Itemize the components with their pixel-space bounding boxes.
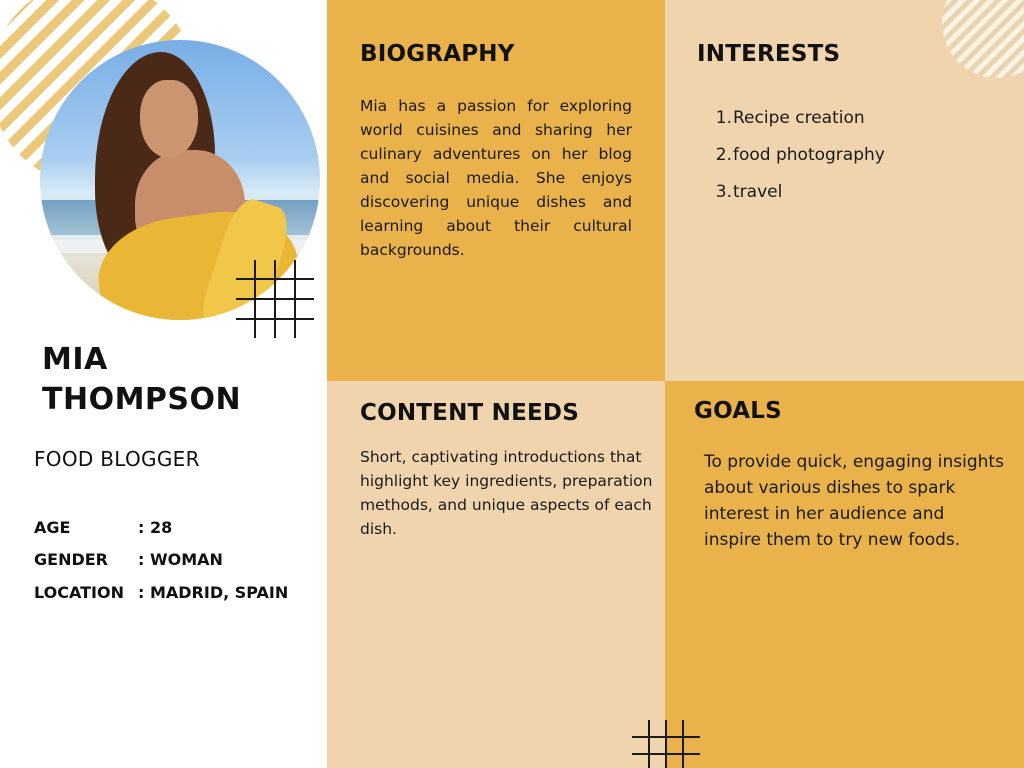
grid-mark-decoration-bottom bbox=[632, 720, 700, 768]
detail-label: GENDER bbox=[34, 550, 108, 569]
goals-heading: GOALS bbox=[694, 398, 782, 424]
content-needs-heading: CONTENT NEEDS bbox=[360, 400, 579, 426]
content-needs-text: Short, captivating introductions that hi… bbox=[360, 448, 653, 538]
detail-value: : WOMAN bbox=[138, 550, 223, 569]
biography-text: Mia has a passion for exploring world cu… bbox=[360, 97, 632, 259]
detail-label: AGE bbox=[34, 518, 71, 537]
detail-value: : MADRID, SPAIN bbox=[138, 583, 289, 602]
content-needs-panel bbox=[327, 381, 665, 768]
biography-heading: BIOGRAPHY bbox=[360, 41, 515, 67]
list-text: Recipe creation bbox=[733, 108, 865, 128]
list-text: food photography bbox=[733, 145, 885, 165]
persona-name: MIA THOMPSON bbox=[42, 340, 312, 420]
list-text: travel bbox=[733, 182, 783, 202]
list-number: 1. bbox=[715, 108, 732, 128]
persona-name-line1: MIA bbox=[42, 342, 108, 377]
goals-panel bbox=[665, 381, 1024, 768]
goals-text: To provide quick, engaging insights abou… bbox=[704, 452, 1004, 550]
list-number: 2. bbox=[715, 145, 732, 165]
detail-label: LOCATION bbox=[34, 583, 124, 602]
list-number: 3. bbox=[715, 182, 732, 202]
grid-mark-decoration bbox=[236, 260, 314, 338]
interests-heading: INTERESTS bbox=[697, 41, 841, 67]
detail-value: : 28 bbox=[138, 518, 173, 537]
persona-role: FOOD BLOGGER bbox=[34, 447, 200, 471]
persona-name-line2: THOMPSON bbox=[42, 382, 242, 417]
